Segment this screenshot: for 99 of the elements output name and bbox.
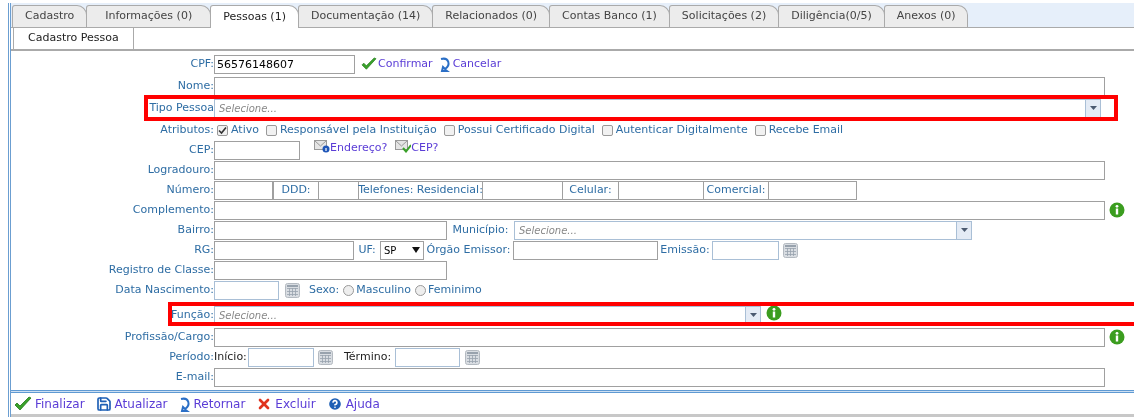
caret-icon xyxy=(749,313,757,317)
toolbar-button[interactable]: Retornar xyxy=(178,394,246,413)
calendar-icon[interactable] xyxy=(285,282,300,298)
tab[interactable]: Informações (0) xyxy=(86,5,212,27)
field-label: Comercial: xyxy=(706,181,766,198)
cancel-link[interactable]: Cancelar xyxy=(438,55,502,73)
text-field[interactable] xyxy=(318,180,359,200)
text-field[interactable] xyxy=(618,180,704,200)
info-icon xyxy=(766,305,782,321)
checkbox[interactable] xyxy=(217,124,228,136)
text-field[interactable] xyxy=(214,160,1105,180)
tab[interactable]: Diligência(0/5) xyxy=(778,5,885,27)
cpf-field[interactable]: 56576148607 xyxy=(214,54,355,74)
dropdown[interactable]: Selecione... xyxy=(514,220,972,240)
text-field[interactable] xyxy=(214,260,447,280)
address-link[interactable]: Endereço? xyxy=(314,140,388,157)
tab[interactable]: Solicitações (2) xyxy=(668,5,780,27)
info-icon xyxy=(1109,329,1125,345)
text-field[interactable] xyxy=(395,347,460,367)
field-label: Sexo: xyxy=(309,281,340,298)
text-field[interactable] xyxy=(214,240,354,260)
field-label: Feminimo xyxy=(427,281,482,298)
text-field[interactable] xyxy=(248,347,314,367)
info-icon xyxy=(1109,202,1125,218)
tab[interactable]: Anexos (0) xyxy=(883,5,969,27)
text-field[interactable] xyxy=(214,280,279,300)
text-field[interactable] xyxy=(768,180,857,200)
text-field[interactable] xyxy=(214,327,1105,347)
field-label: Telefones: Residencial: xyxy=(358,181,483,198)
text-field[interactable] xyxy=(712,240,779,260)
field-label: Órgão Emissor: xyxy=(425,241,512,258)
radio-button[interactable] xyxy=(414,284,426,296)
envelope-check-icon xyxy=(395,140,412,153)
field-label: Função: xyxy=(170,306,214,323)
calendar-icon[interactable] xyxy=(783,242,798,258)
checkmark-icon xyxy=(218,125,227,135)
caret-icon xyxy=(412,247,420,253)
calendar-icon[interactable] xyxy=(318,349,333,365)
checkbox[interactable] xyxy=(265,124,277,136)
field-label: Complemento: xyxy=(131,201,214,218)
field-label: Atributos: xyxy=(159,121,214,138)
field-label: UF: xyxy=(357,241,377,258)
text-field[interactable] xyxy=(214,76,1105,96)
tab[interactable]: Cadastro Pessoa xyxy=(13,27,134,49)
checkbox[interactable] xyxy=(443,124,455,136)
field-label: Término: xyxy=(344,348,393,365)
toolbar-button[interactable]: Atualizar xyxy=(95,394,168,413)
field-label: Registro de Classe: xyxy=(107,261,214,278)
toolbar-button[interactable]: Finalizar xyxy=(14,394,85,413)
field-label: Número: xyxy=(165,181,214,198)
tab[interactable]: Contas Banco (1) xyxy=(549,5,670,27)
field-label: Recebe Email xyxy=(768,121,844,138)
text-field[interactable] xyxy=(214,200,1105,220)
caret-icon xyxy=(960,228,968,232)
field-label: Masculino xyxy=(356,281,411,298)
text-field[interactable] xyxy=(214,220,447,240)
checkbox[interactable] xyxy=(754,124,766,136)
field-label: Bairro: xyxy=(176,221,214,238)
toolbar-button[interactable]: Ajuda xyxy=(326,394,380,413)
check-icon xyxy=(361,57,377,71)
field-label: Tipo Pessoa xyxy=(148,99,214,116)
uf-dropdown[interactable]: SP xyxy=(380,240,424,260)
text-field[interactable] xyxy=(214,140,300,160)
envelope-info-icon xyxy=(314,140,330,153)
field-label: Responsável pela Instituição xyxy=(279,121,437,138)
tab[interactable]: Relacionados (0) xyxy=(432,5,551,27)
field-label: CPF: xyxy=(189,55,214,72)
field-label: Ativo xyxy=(231,121,259,138)
cep-link[interactable]: CEP? xyxy=(395,140,439,157)
tab[interactable]: Cadastro xyxy=(12,5,88,27)
tab[interactable]: Pessoas (1) xyxy=(210,5,299,28)
field-label: RG: xyxy=(193,241,214,258)
field-label: CEP: xyxy=(188,141,214,158)
calendar-icon[interactable] xyxy=(465,349,480,365)
text-field[interactable] xyxy=(214,367,1105,387)
text-field[interactable] xyxy=(482,180,563,200)
field-label: Autenticar Digitalmente xyxy=(615,121,748,138)
field-label: DDD: xyxy=(281,181,311,198)
field-label: Período: xyxy=(168,348,214,365)
text-field[interactable] xyxy=(513,240,658,260)
field-label: Data Nascimento: xyxy=(114,281,214,298)
checkbox[interactable] xyxy=(601,124,613,136)
field-label: Profissão/Cargo: xyxy=(123,328,214,345)
field-label: Celular: xyxy=(569,181,612,198)
field-label: Emissão: xyxy=(659,241,711,258)
text-field[interactable] xyxy=(214,180,273,200)
field-label: Município: xyxy=(451,221,510,238)
field-label: E-mail: xyxy=(174,368,214,385)
check-icon xyxy=(14,395,32,412)
field-label: Início: xyxy=(214,348,248,365)
confirm-link[interactable]: Confirmar xyxy=(361,55,433,73)
radio-button[interactable] xyxy=(343,284,355,296)
toolbar-button[interactable]: Excluir xyxy=(256,394,316,413)
tab[interactable]: Documentação (14) xyxy=(297,5,434,27)
caret-icon xyxy=(1089,106,1097,110)
field-label: Nome: xyxy=(176,77,214,94)
field-label: Possui Certificado Digital xyxy=(457,121,595,138)
help-icon xyxy=(326,395,343,412)
field-label: Logradouro: xyxy=(146,161,214,178)
